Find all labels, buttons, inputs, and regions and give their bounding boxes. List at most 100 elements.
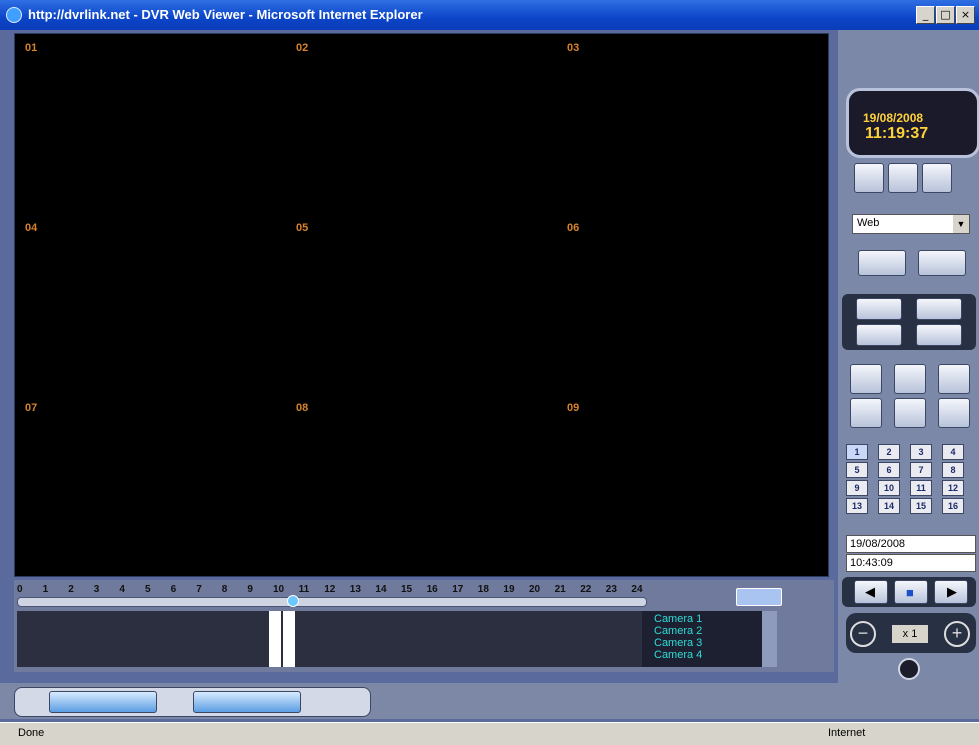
layout-4-button[interactable] — [856, 324, 902, 346]
search-date-field[interactable]: 19/08/2008 — [846, 535, 976, 553]
channel-button[interactable]: 8 — [942, 462, 964, 478]
rewind-button[interactable]: ◀ — [854, 580, 888, 604]
channel-button[interactable]: 10 — [878, 480, 900, 496]
camera-list-item[interactable]: Camera 3 — [654, 638, 702, 649]
channel-button[interactable]: 1 — [846, 444, 868, 460]
disconnect-button[interactable] — [918, 250, 966, 276]
hour-label: 3 — [93, 584, 100, 595]
hour-label: 14 — [375, 584, 387, 595]
clock-display: 19/08/2008 11:19:37 — [846, 88, 979, 158]
hour-label: 24 — [631, 584, 643, 595]
channel-button[interactable]: 9 — [846, 480, 868, 496]
camera-view[interactable]: 04 — [15, 214, 286, 394]
channel-button[interactable]: 5 — [846, 462, 868, 478]
hour-label: 21 — [554, 584, 566, 595]
camera-list[interactable]: Camera 1 Camera 2 Camera 3 Camera 4 — [642, 611, 777, 667]
speed-up-button[interactable]: + — [944, 621, 970, 647]
hour-label: 15 — [401, 584, 413, 595]
bottom-bar-frame — [14, 687, 371, 717]
search-time-value: 10:43:09 — [850, 557, 893, 569]
channel-button[interactable]: 4 — [942, 444, 964, 460]
zone-text: Internet — [828, 727, 866, 739]
channel-button[interactable]: 2 — [878, 444, 900, 460]
camera-list-scrollbar[interactable] — [762, 611, 777, 667]
camera-view[interactable]: 03 — [557, 34, 828, 214]
hour-label: 0 — [17, 584, 23, 595]
camera-view[interactable]: 07 — [15, 394, 286, 574]
camera-view[interactable]: 01 — [15, 34, 286, 214]
close-button[interactable]: × — [956, 6, 975, 24]
camera-list-item[interactable]: Camera 1 — [654, 614, 702, 625]
record-button[interactable] — [850, 364, 882, 394]
browser-button[interactable] — [193, 691, 301, 713]
hour-label: 2 — [68, 584, 74, 595]
hour-label: 1 — [42, 584, 49, 595]
status-bar: Done Internet — [0, 722, 979, 745]
channel-button[interactable]: 13 — [846, 498, 868, 514]
power-button[interactable] — [898, 658, 920, 680]
clock-date: 19/08/2008 — [863, 111, 924, 125]
playback-controls: ◀ ■ ▶ — [842, 577, 976, 607]
channel-button[interactable]: 16 — [942, 498, 964, 514]
play-button[interactable]: ▶ — [934, 580, 968, 604]
mode-select[interactable]: Web ▼ — [852, 214, 970, 234]
hour-label: 23 — [605, 584, 617, 595]
stop-button[interactable]: ■ — [894, 580, 928, 604]
maximize-button[interactable]: □ — [936, 6, 955, 24]
channel-button[interactable]: 7 — [910, 462, 932, 478]
channel-button[interactable]: 14 — [878, 498, 900, 514]
event-button[interactable] — [938, 398, 970, 428]
hour-label: 7 — [196, 584, 202, 595]
camera-view[interactable]: 05 — [286, 214, 557, 394]
channel-button[interactable]: 12 — [942, 480, 964, 496]
backup-button[interactable] — [894, 398, 926, 428]
hour-label: 19 — [503, 584, 515, 595]
channel-button[interactable]: 11 — [910, 480, 932, 496]
ie-icon — [6, 7, 22, 23]
camera-label: 09 — [567, 402, 580, 414]
time-slider-thumb[interactable] — [287, 595, 299, 607]
hour-label: 11 — [298, 584, 310, 595]
hour-label: 10 — [273, 584, 285, 595]
capture-button[interactable] — [894, 364, 926, 394]
audio-button[interactable] — [736, 588, 782, 606]
hour-label: 17 — [452, 584, 464, 595]
speed-down-button[interactable]: − — [850, 621, 876, 647]
channel-buttons: 1 2 3 4 5 6 7 8 9 10 11 12 13 14 15 16 — [846, 444, 976, 518]
hour-label: 12 — [324, 584, 336, 595]
recording-block — [283, 611, 295, 667]
hour-label: 6 — [170, 584, 177, 595]
search-time-field[interactable]: 10:43:09 — [846, 554, 976, 572]
channel-button[interactable]: 15 — [910, 498, 932, 514]
mode-select-value: Web — [857, 217, 880, 229]
search-button[interactable] — [938, 364, 970, 394]
camera-view[interactable]: 08 — [286, 394, 557, 574]
camera-list-item[interactable]: Camera 4 — [654, 650, 702, 661]
camera-view[interactable]: 02 — [286, 34, 557, 214]
settings-button[interactable] — [922, 163, 952, 193]
control-panel: 19/08/2008 11:19:37 Web ▼ 1 2 3 4 5 6 7 8 9 10 11 1… — [838, 30, 979, 690]
recording-grid[interactable] — [17, 611, 645, 667]
layout-16-button[interactable] — [916, 298, 962, 320]
chevron-down-icon[interactable]: ▼ — [953, 215, 969, 233]
layout-9-button[interactable] — [916, 324, 962, 346]
camera-list-item[interactable]: Camera 2 — [654, 626, 702, 637]
minimize-button[interactable]: _ — [916, 6, 935, 24]
channel-button[interactable]: 6 — [878, 462, 900, 478]
hour-label: 9 — [247, 584, 253, 595]
play-icon: ▶ — [947, 584, 957, 599]
layout-1-button[interactable] — [856, 298, 902, 320]
live-view-button[interactable] — [854, 163, 884, 193]
camera-view[interactable]: 09 — [557, 394, 828, 574]
tools-button[interactable] — [888, 163, 918, 193]
channel-button[interactable]: 3 — [910, 444, 932, 460]
camera-view[interactable]: 06 — [557, 214, 828, 394]
hour-label: 18 — [477, 584, 489, 595]
time-slider[interactable] — [17, 597, 647, 607]
monitor-button[interactable] — [49, 691, 157, 713]
speed-control: − x 1 + — [846, 613, 976, 653]
camera-label: 02 — [296, 42, 309, 54]
connect-button[interactable] — [858, 250, 906, 276]
playback-button[interactable] — [850, 398, 882, 428]
camera-label: 05 — [296, 222, 309, 234]
